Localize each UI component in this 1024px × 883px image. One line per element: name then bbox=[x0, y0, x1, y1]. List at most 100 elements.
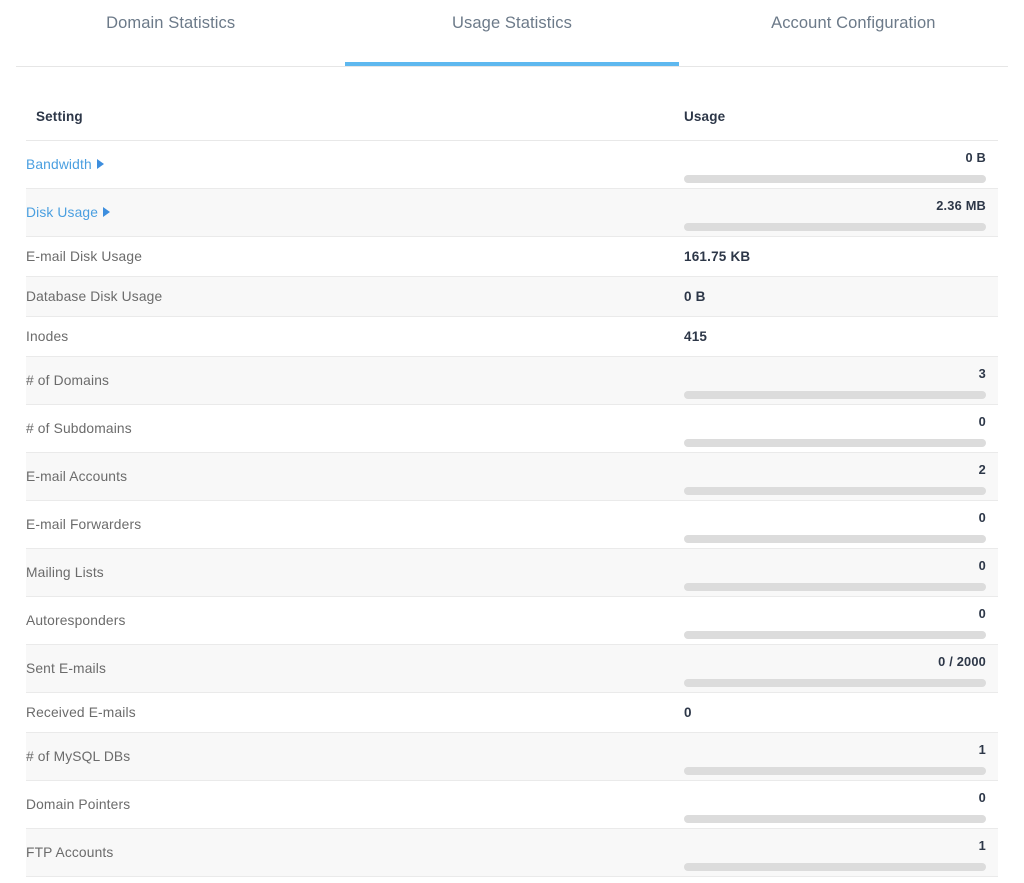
tab-domain-statistics[interactable]: Domain Statistics bbox=[0, 13, 341, 67]
cell-usage: 0 bbox=[684, 405, 998, 453]
table-row: Mailing Lists 0 bbox=[26, 548, 998, 597]
setting-label: Inodes bbox=[26, 329, 69, 344]
triangle-right-icon[interactable] bbox=[103, 207, 111, 217]
cell-setting: Disk Usage bbox=[26, 189, 684, 237]
progress-bar-track bbox=[684, 175, 986, 183]
cell-usage: 0 B bbox=[684, 277, 998, 317]
table-row: # of MySQL DBs 1 bbox=[26, 732, 998, 781]
table-row: E-mail Accounts 2 bbox=[26, 452, 998, 501]
progress-bar-track bbox=[684, 767, 986, 775]
table-row: Sent E-mails 0 / 2000 bbox=[26, 644, 998, 693]
usage-value: 1 bbox=[978, 838, 986, 853]
usage-meter: 0 / 2000 bbox=[684, 650, 986, 687]
usage-meter: 0 bbox=[684, 410, 986, 447]
column-header-usage: Usage bbox=[684, 109, 998, 141]
setting-label: E-mail Forwarders bbox=[26, 517, 142, 532]
setting-link[interactable]: Disk Usage bbox=[26, 205, 111, 220]
table-row: Bandwidth 0 B bbox=[26, 141, 998, 189]
cell-setting: # of Subdomains bbox=[26, 405, 684, 453]
table-row: Domain Pointers 0 bbox=[26, 781, 998, 829]
progress-bar-track bbox=[684, 815, 986, 823]
table-row: E-mail Forwarders 0 bbox=[26, 501, 998, 549]
tab-bar-divider bbox=[16, 66, 1008, 67]
tab-list: Domain Statistics Usage Statistics Account… bbox=[0, 0, 1024, 67]
cell-setting: E-mail Forwarders bbox=[26, 501, 684, 549]
progress-bar-track bbox=[684, 535, 986, 543]
progress-bar-track bbox=[684, 631, 986, 639]
table-header-row: Setting Usage bbox=[26, 109, 998, 141]
progress-bar-track bbox=[684, 439, 986, 447]
cell-setting: Received E-mails bbox=[26, 693, 684, 733]
progress-bar-track bbox=[684, 223, 986, 231]
setting-label: Domain Pointers bbox=[26, 797, 131, 812]
table-row: FTP Accounts 1 bbox=[26, 828, 998, 877]
tab-usage-statistics[interactable]: Usage Statistics bbox=[341, 13, 682, 67]
tab-bar: Domain Statistics Usage Statistics Account… bbox=[0, 0, 1024, 67]
usage-value: 0 bbox=[978, 606, 986, 621]
usage-value: 0 bbox=[684, 705, 692, 720]
table-head: Setting Usage bbox=[26, 109, 998, 141]
cell-setting: Mailing Lists bbox=[26, 549, 684, 597]
table-row: E-mail Disk Usage 161.75 KB bbox=[26, 237, 998, 277]
setting-link[interactable]: Bandwidth bbox=[26, 157, 104, 172]
table-row: # of Domains 3 bbox=[26, 356, 998, 405]
cell-usage: 1 bbox=[684, 829, 998, 877]
cell-usage: 0 B bbox=[684, 141, 998, 189]
setting-label: # of Subdomains bbox=[26, 421, 132, 436]
usage-value: 161.75 KB bbox=[684, 249, 751, 264]
usage-value: 0 bbox=[978, 790, 986, 805]
usage-value: 3 bbox=[978, 366, 986, 381]
usage-meter: 2.36 MB bbox=[684, 194, 986, 231]
cell-usage: 2 bbox=[684, 453, 998, 501]
usage-meter: 0 bbox=[684, 506, 986, 543]
setting-label: Sent E-mails bbox=[26, 661, 107, 676]
cell-usage: 0 bbox=[684, 501, 998, 549]
usage-value: 0 bbox=[978, 558, 986, 573]
usage-value: 2 bbox=[978, 462, 986, 477]
cell-setting: Sent E-mails bbox=[26, 645, 684, 693]
table-row: Received E-mails 0 bbox=[26, 693, 998, 733]
usage-statistics-table: Setting Usage Bandwidth 0 B Disk Usage 2.36… bbox=[26, 109, 998, 877]
cell-usage: 0 bbox=[684, 597, 998, 645]
tab-label: Domain Statistics bbox=[106, 14, 236, 32]
cell-usage: 0 bbox=[684, 549, 998, 597]
cell-usage: 415 bbox=[684, 317, 998, 357]
setting-label: Mailing Lists bbox=[26, 565, 104, 580]
progress-bar-track bbox=[684, 391, 986, 399]
usage-value: 0 bbox=[978, 510, 986, 525]
cell-usage: 0 bbox=[684, 693, 998, 733]
usage-meter: 1 bbox=[684, 834, 986, 871]
cell-usage: 1 bbox=[684, 733, 998, 781]
column-header-setting: Setting bbox=[26, 109, 684, 141]
cell-setting: E-mail Disk Usage bbox=[26, 237, 684, 277]
usage-meter: 0 bbox=[684, 554, 986, 591]
table-row: Disk Usage 2.36 MB bbox=[26, 188, 998, 237]
usage-value: 415 bbox=[684, 329, 708, 344]
setting-label: # of Domains bbox=[26, 373, 110, 388]
progress-bar-track bbox=[684, 583, 986, 591]
usage-value: 0 bbox=[978, 414, 986, 429]
usage-value: 0 / 2000 bbox=[938, 654, 986, 669]
usage-meter: 2 bbox=[684, 458, 986, 495]
usage-meter: 0 bbox=[684, 602, 986, 639]
setting-label: Database Disk Usage bbox=[26, 289, 163, 304]
table-row: Inodes 415 bbox=[26, 317, 998, 357]
tab-label: Account Configuration bbox=[771, 14, 936, 32]
triangle-right-icon[interactable] bbox=[96, 159, 104, 169]
cell-setting: Domain Pointers bbox=[26, 781, 684, 829]
progress-bar-track bbox=[684, 863, 986, 871]
tab-account-configuration[interactable]: Account Configuration bbox=[683, 13, 1024, 67]
usage-meter: 0 bbox=[684, 786, 986, 823]
table-row: Database Disk Usage 0 B bbox=[26, 276, 998, 317]
setting-label: Received E-mails bbox=[26, 705, 136, 720]
cell-setting: Database Disk Usage bbox=[26, 277, 684, 317]
progress-bar-track bbox=[684, 679, 986, 687]
cell-setting: # of Domains bbox=[26, 357, 684, 405]
usage-meter: 3 bbox=[684, 362, 986, 399]
tab-label: Usage Statistics bbox=[452, 14, 572, 32]
setting-label: # of MySQL DBs bbox=[26, 749, 131, 764]
usage-value: 1 bbox=[978, 742, 986, 757]
setting-label: E-mail Accounts bbox=[26, 469, 128, 484]
cell-usage: 161.75 KB bbox=[684, 237, 998, 277]
usage-meter: 0 B bbox=[684, 146, 986, 183]
